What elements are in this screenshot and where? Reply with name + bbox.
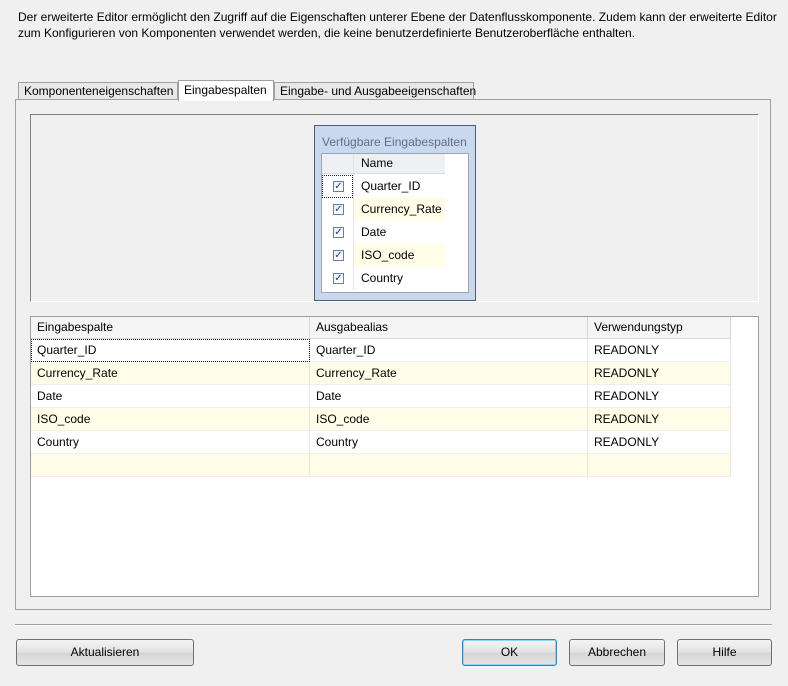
available-column-row[interactable]: ✓ Currency_Rate [322,198,445,221]
checkbox[interactable]: ✓ [333,204,344,215]
output-alias-cell[interactable]: Country [310,431,588,454]
select-all-cell[interactable] [322,154,353,174]
usage-type-cell[interactable] [588,454,731,477]
footer-separator [15,624,772,626]
editor-description: Der erweiterte Editor ermöglicht den Zug… [18,10,777,40]
column-name: Country [353,267,445,290]
usage-type-cell[interactable]: READONLY [588,408,731,431]
help-button[interactable]: Hilfe [677,639,772,666]
input-column-cell[interactable]: ISO_code [31,408,310,431]
column-checkbox-cell[interactable]: ✓ [322,267,353,290]
tab-component-properties[interactable]: Komponenteneigenschaften [18,82,178,99]
header-output-alias[interactable]: Ausgabealias [310,317,588,338]
header-usage-type[interactable]: Verwendungstyp [588,317,731,338]
column-checkbox-cell[interactable]: ✓ [322,244,353,267]
table-row[interactable]: Quarter_ID Quarter_ID READONLY [31,339,731,362]
column-name: Currency_Rate [353,198,445,221]
table-row[interactable]: Currency_Rate Currency_Rate READONLY [31,362,731,385]
column-checkbox-cell[interactable]: ✓ [322,175,353,198]
available-columns-title: Verfügbare Eingabespalten [322,135,467,149]
input-column-cell[interactable]: Country [31,431,310,454]
ok-button[interactable]: OK [462,639,557,666]
cancel-button[interactable]: Abbrechen [569,639,665,666]
header-input-column[interactable]: Eingabespalte [31,317,310,338]
grid-header: Eingabespalte Ausgabealias Verwendungsty… [31,317,731,339]
table-row[interactable]: Country Country READONLY [31,431,731,454]
output-alias-cell[interactable]: ISO_code [310,408,588,431]
usage-type-cell[interactable]: READONLY [588,385,731,408]
output-alias-cell[interactable]: Currency_Rate [310,362,588,385]
checkbox[interactable]: ✓ [333,181,344,192]
tab-panel: Verfügbare Eingabespalten Name ✓ Quarter… [15,99,771,610]
column-name: Date [353,221,445,244]
column-checkbox-cell[interactable]: ✓ [322,221,353,244]
usage-type-cell[interactable]: READONLY [588,362,731,385]
table-row[interactable]: Date Date READONLY [31,385,731,408]
usage-type-cell[interactable]: READONLY [588,431,731,454]
input-column-cell[interactable]: Currency_Rate [31,362,310,385]
name-column-header[interactable]: Name [353,154,445,174]
available-column-row[interactable]: ✓ Date [322,221,445,244]
available-columns-grid: Name ✓ Quarter_ID ✓ Currency_Rate ✓ Date… [321,153,469,293]
available-columns-box: Verfügbare Eingabespalten Name ✓ Quarter… [314,125,476,301]
available-column-row[interactable]: ✓ Quarter_ID [322,175,445,198]
available-column-row[interactable]: ✓ ISO_code [322,244,445,267]
checkbox[interactable]: ✓ [333,273,344,284]
input-column-cell[interactable] [31,454,310,477]
available-column-row[interactable]: ✓ Country [322,267,445,290]
column-checkbox-cell[interactable]: ✓ [322,198,353,221]
available-columns-area: Verfügbare Eingabespalten Name ✓ Quarter… [30,114,759,302]
output-alias-cell[interactable]: Quarter_ID [310,339,588,362]
available-columns-header: Name [322,154,445,177]
checkbox[interactable]: ✓ [333,227,344,238]
column-name: ISO_code [353,244,445,267]
output-alias-cell[interactable] [310,454,588,477]
checkbox[interactable]: ✓ [333,250,344,261]
usage-type-cell[interactable]: READONLY [588,339,731,362]
tab-input-columns[interactable]: Eingabespalten [178,80,274,101]
new-table-row[interactable] [31,454,731,477]
input-column-cell[interactable]: Quarter_ID [31,339,310,362]
column-name: Quarter_ID [353,175,445,198]
input-columns-grid: Eingabespalte Ausgabealias Verwendungsty… [30,316,759,597]
table-row[interactable]: ISO_code ISO_code READONLY [31,408,731,431]
input-column-cell[interactable]: Date [31,385,310,408]
tab-input-output-properties[interactable]: Eingabe- und Ausgabeeigenschaften [274,82,476,99]
output-alias-cell[interactable]: Date [310,385,588,408]
refresh-button[interactable]: Aktualisieren [16,639,194,666]
